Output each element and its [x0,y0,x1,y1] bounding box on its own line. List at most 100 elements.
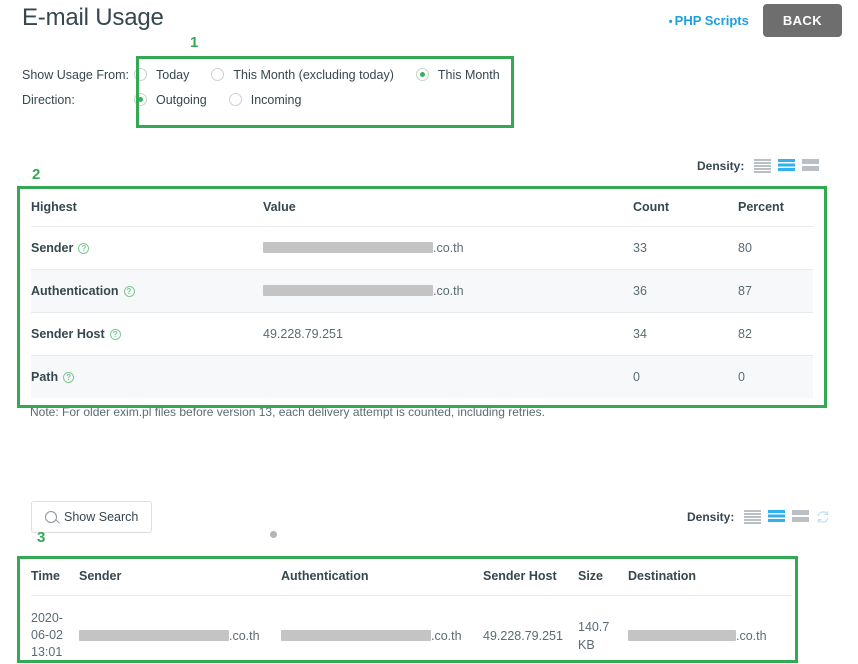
density-medium-icon[interactable] [768,510,786,524]
php-scripts-label: PHP Scripts [674,13,749,28]
redacted-text [263,242,433,253]
summary-table-element: Highest Value Count Percent Sender? .co.… [31,188,813,398]
summary-table: Highest Value Count Percent Sender? .co.… [31,188,813,398]
density-control-detail: Density: [687,510,830,524]
column-header-count[interactable]: Count [633,188,738,227]
help-icon[interactable]: ? [63,372,75,383]
refresh-icon[interactable] [816,510,830,524]
magnifier-icon [45,511,57,523]
redacted-text [628,629,736,641]
summary-table-body: Sender? .co.th 33 80 Authentication? .co… [31,226,813,398]
summary-row-sender-value: .co.th [263,226,633,270]
density-compact-icon[interactable] [744,510,762,524]
show-search-label: Show Search [64,510,139,524]
bullet-icon: • [668,16,673,28]
back-button[interactable]: BACK [762,4,842,37]
table-row: Authentication? .co.th 36 87 [31,269,813,313]
summary-row-sender-count: 33 [633,226,738,270]
radio-this-month-excluding-today-label: This Month (excluding today) [233,67,394,82]
summary-row-path-value [263,355,633,398]
detail-row-authentication: .co.th [281,596,483,664]
column-header-destination[interactable]: Destination [628,557,791,596]
density-label-summary: Density: [697,159,745,173]
detail-row-sender-host: 49.228.79.251 [483,628,563,643]
summary-row-sender-percent: 80 [738,226,813,270]
table-row: Sender Host? 49.228.79.251 34 82 [31,312,813,356]
column-header-sender[interactable]: Sender [79,557,281,596]
table-row: Path? 0 0 [31,355,813,398]
summary-row-sender-host-count: 34 [633,312,738,356]
radio-outgoing-circle[interactable] [134,93,147,106]
summary-row-authentication-percent: 87 [738,269,813,313]
summary-row-sender-host-label: Sender Host? [31,312,263,356]
column-header-sender-host[interactable]: Sender Host [483,557,578,596]
summary-row-path-count: 0 [633,355,738,398]
help-icon[interactable]: ? [78,243,90,254]
detail-row-time: 2020-06-02 13:01 [31,611,63,659]
density-control-summary: Density: [697,159,820,173]
usage-filter-label: Show Usage From: [22,67,129,82]
redacted-text [281,629,431,641]
auth-suffix: .co.th [431,628,462,643]
detail-table-element: Time Sender Authentication Sender Host S… [31,557,791,664]
usage-filter-row: Show Usage From: Today This Month (exclu… [22,62,522,87]
value-suffix: .co.th [433,284,464,298]
value-suffix: .co.th [433,241,464,255]
radio-outgoing[interactable]: Outgoing [134,93,229,107]
column-header-percent[interactable]: Percent [738,188,813,227]
summary-row-authentication-label: Authentication? [31,269,263,313]
radio-today-label: Today [156,67,190,82]
summary-row-sender-label: Sender? [31,226,263,270]
column-header-time[interactable]: Time [31,557,79,596]
detail-table-body: 2020-06-02 13:01 .co.th .co.th 49.228.79… [31,596,791,664]
column-header-value[interactable]: Value [263,188,633,227]
help-icon[interactable]: ? [109,329,121,340]
density-comfortable-icon[interactable] [802,159,820,173]
radio-today-circle[interactable] [134,68,147,81]
radio-this-month-circle[interactable] [415,68,429,81]
redacted-text [79,629,229,641]
detail-row-destination: .co.th [628,596,791,664]
header-actions: • PHP Scripts BACK [669,4,842,37]
php-scripts-link[interactable]: • PHP Scripts [669,13,749,28]
summary-row-sender-host-value: 49.228.79.251 [263,312,633,356]
summary-row-path-percent: 0 [738,355,813,398]
summary-row-authentication-value: .co.th [263,269,633,313]
usage-radio-group: Today This Month (excluding today) This … [134,68,522,82]
radio-incoming[interactable]: Incoming [228,92,324,107]
density-medium-icon[interactable] [778,159,796,173]
summary-table-header-row: Highest Value Count Percent [31,188,813,227]
radio-incoming-circle[interactable] [228,93,242,106]
radio-outgoing-label: Outgoing [156,92,207,107]
loading-dot-indicator [270,531,277,538]
redacted-text [263,285,433,296]
density-label-detail: Density: [687,510,735,524]
radio-this-month-label: This Month [437,67,500,82]
help-icon[interactable]: ? [123,286,135,297]
detail-table-header-row: Time Sender Authentication Sender Host S… [31,557,791,596]
density-comfortable-icon[interactable] [792,510,810,524]
destination-suffix: .co.th [736,628,767,643]
radio-this-month[interactable]: This Month [415,67,522,82]
page-title: E-mail Usage [22,4,164,31]
column-header-authentication[interactable]: Authentication [281,557,483,596]
radio-today[interactable]: Today [134,68,211,82]
radio-incoming-label: Incoming [250,92,302,107]
sender-suffix: .co.th [229,628,260,643]
summary-label-text: Path [31,370,59,384]
direction-filter-label: Direction: [22,92,75,107]
show-search-button[interactable]: Show Search [31,501,153,533]
column-header-highest[interactable]: Highest [31,188,263,227]
radio-this-month-excluding-today-circle[interactable] [211,68,225,81]
table-row: Sender? .co.th 33 80 [31,226,813,270]
annotation-number-2: 2 [32,166,41,183]
summary-label-text: Authentication [31,284,119,298]
table-row: 2020-06-02 13:01 .co.th .co.th 49.228.79… [31,596,791,664]
column-header-size[interactable]: Size [578,557,628,596]
direction-filter-row: Direction: Outgoing Incoming [22,87,522,112]
email-usage-page: E-mail Usage • PHP Scripts BACK 1 Show Us… [0,0,858,664]
radio-this-month-excluding-today[interactable]: This Month (excluding today) [211,68,416,82]
density-compact-icon[interactable] [754,159,772,173]
summary-row-path-label: Path? [31,355,263,398]
annotation-number-3: 3 [37,529,46,546]
